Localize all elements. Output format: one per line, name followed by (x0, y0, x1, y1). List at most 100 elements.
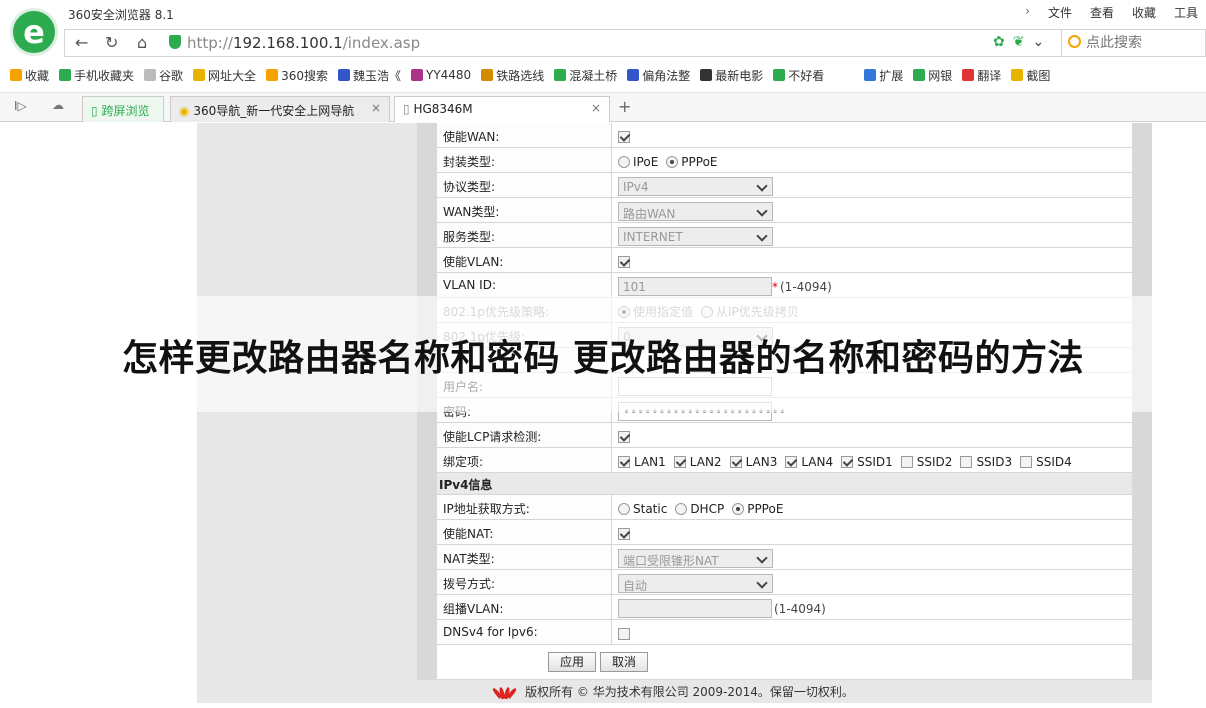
field-label: 使能VLAN: (437, 248, 612, 272)
checkbox[interactable] (785, 455, 798, 468)
field-value (612, 248, 1132, 272)
phone-icon (59, 69, 72, 81)
tab-360-nav[interactable]: ◉ 360导航_新一代安全上网导航 × (170, 96, 390, 122)
tab-close-icon[interactable]: × (371, 101, 381, 115)
bind-option[interactable]: SSID2 (900, 455, 952, 469)
select-dropdown[interactable]: INTERNET (618, 227, 773, 246)
sidebar-toggle-icon[interactable]: I▷ (14, 99, 27, 113)
select-dropdown[interactable]: IPv4 (618, 177, 773, 196)
bookmark-item[interactable]: 偏角法整 (627, 67, 690, 84)
checkbox[interactable] (900, 455, 913, 468)
bind-option[interactable]: SSID1 (841, 455, 893, 469)
radio-option[interactable]: DHCP (675, 502, 724, 516)
checkbox[interactable] (618, 430, 630, 443)
bookmark-item[interactable]: 手机收藏夹 (59, 67, 134, 84)
select-dropdown[interactable]: 路由WAN (618, 202, 773, 221)
address-bar-actions: ✿ ❦ ⌄ (993, 34, 1044, 50)
security-shield-icon[interactable] (169, 35, 181, 49)
search-input[interactable] (1086, 34, 1204, 52)
field-label: 组播VLAN: (437, 595, 612, 619)
film-icon (700, 69, 713, 81)
url-field[interactable]: http://192.168.100.1/index.asp (187, 34, 420, 52)
bookmark-label: 扩展 (879, 68, 904, 83)
compatibility-mode-icon[interactable]: ✿ (993, 34, 1005, 50)
tab-cross-screen[interactable]: ▯ 跨屏浏览 (82, 96, 164, 122)
form-row: 服务类型: INTERNET (437, 223, 1132, 248)
tab-close-icon[interactable]: × (591, 101, 601, 115)
tab-hg8346m[interactable]: ▯ HG8346M × (394, 96, 610, 122)
radio-button[interactable] (618, 502, 630, 515)
radio-label: DHCP (690, 501, 725, 516)
radio-button[interactable] (618, 155, 630, 168)
new-tab-icon[interactable]: + (618, 97, 631, 116)
bookmark-item[interactable]: 最新电影 (700, 67, 763, 84)
checkbox[interactable] (673, 455, 686, 468)
bookmark-item[interactable]: 谷歌 (144, 67, 183, 84)
checkbox[interactable] (1020, 455, 1033, 468)
bind-option[interactable]: LAN1 (618, 455, 666, 469)
radio-button[interactable] (732, 502, 745, 515)
field-label: VLAN ID: (437, 273, 612, 297)
form-row-bind: 绑定项: LAN1 LAN2 LAN3 LAN4 SSID1 SSID2 SSID3 SSID4 (437, 448, 1132, 473)
button-row: 应用 取消 (437, 645, 1132, 679)
speed-mode-icon[interactable]: ❦ (1013, 34, 1025, 50)
bind-option[interactable]: LAN4 (785, 455, 833, 469)
bind-option[interactable]: LAN2 (673, 455, 722, 469)
radio-option[interactable]: IPoE (618, 155, 658, 169)
bookmark-item[interactable]: 扩展 (864, 67, 903, 84)
bookmark-item[interactable]: 混凝土桥 (554, 67, 617, 84)
radio-option[interactable]: PPPoE (666, 155, 718, 169)
bookmark-label: 魏玉浩《 (352, 68, 401, 83)
radio-button[interactable] (675, 502, 688, 515)
bind-option[interactable]: SSID3 (960, 455, 1012, 469)
checkbox[interactable] (618, 527, 630, 540)
checkbox[interactable] (618, 130, 630, 143)
bookmark-label: 网银 (928, 68, 953, 83)
search-icon (773, 69, 786, 81)
text-input[interactable] (618, 599, 772, 618)
radio-option[interactable]: PPPoE (732, 502, 783, 516)
bookmark-item[interactable]: 360搜索 (266, 67, 328, 84)
home-icon[interactable]: ⌂ (137, 33, 147, 52)
checkbox[interactable] (841, 455, 854, 468)
select-dropdown[interactable]: 端口受限锥形NAT (618, 549, 773, 568)
menu-file[interactable]: 文件 (1048, 4, 1072, 21)
bookmark-item[interactable]: 截图 (1011, 67, 1050, 84)
cancel-button[interactable]: 取消 (600, 652, 648, 672)
bookmark-item[interactable]: 网址大全 (193, 67, 256, 84)
menu-chevron-icon[interactable]: › (1025, 4, 1030, 21)
bookmark-label: 铁路选线 (496, 68, 545, 83)
menu-view[interactable]: 查看 (1090, 4, 1114, 21)
checkbox[interactable] (618, 255, 630, 268)
bookmark-item[interactable]: 魏玉浩《 (337, 67, 401, 84)
bookmark-item[interactable]: 网银 (913, 67, 952, 84)
browser-logo-icon[interactable]: e (10, 8, 58, 56)
bookmark-item[interactable]: 收藏 (10, 67, 49, 84)
checkbox[interactable] (618, 455, 630, 468)
checkbox-label: SSID4 (1036, 454, 1072, 469)
bookmark-item[interactable]: YY4480 (410, 68, 471, 82)
bookmark-item[interactable]: 不好看 (773, 67, 824, 84)
menu-favorites[interactable]: 收藏 (1132, 4, 1156, 21)
bookmark-item[interactable]: 翻译 (962, 67, 1001, 84)
checkbox[interactable] (960, 455, 973, 468)
url-host: 192.168.100.1 (232, 34, 343, 52)
apply-button[interactable]: 应用 (548, 652, 596, 672)
required-mark: * (772, 279, 778, 294)
cloud-icon[interactable]: ☁ (52, 98, 64, 112)
refresh-icon[interactable]: ↻ (105, 33, 118, 52)
menu-tools[interactable]: 工具 (1174, 4, 1198, 21)
bind-option[interactable]: LAN3 (729, 455, 777, 469)
text-input[interactable]: 101 (618, 277, 772, 296)
checkbox[interactable] (618, 627, 630, 640)
radio-button[interactable] (666, 155, 679, 168)
search-icon[interactable] (1068, 35, 1081, 48)
bookmark-item[interactable]: 铁路选线 (481, 67, 544, 84)
radio-option[interactable]: Static (618, 502, 667, 516)
checkbox[interactable] (729, 455, 742, 468)
bind-option[interactable]: SSID4 (1020, 455, 1072, 469)
back-icon[interactable]: ← (75, 33, 88, 52)
address-dropdown-icon[interactable]: ⌄ (1032, 34, 1044, 50)
select-dropdown[interactable]: 自动 (618, 574, 773, 593)
bookmark-label: 收藏 (25, 68, 50, 83)
